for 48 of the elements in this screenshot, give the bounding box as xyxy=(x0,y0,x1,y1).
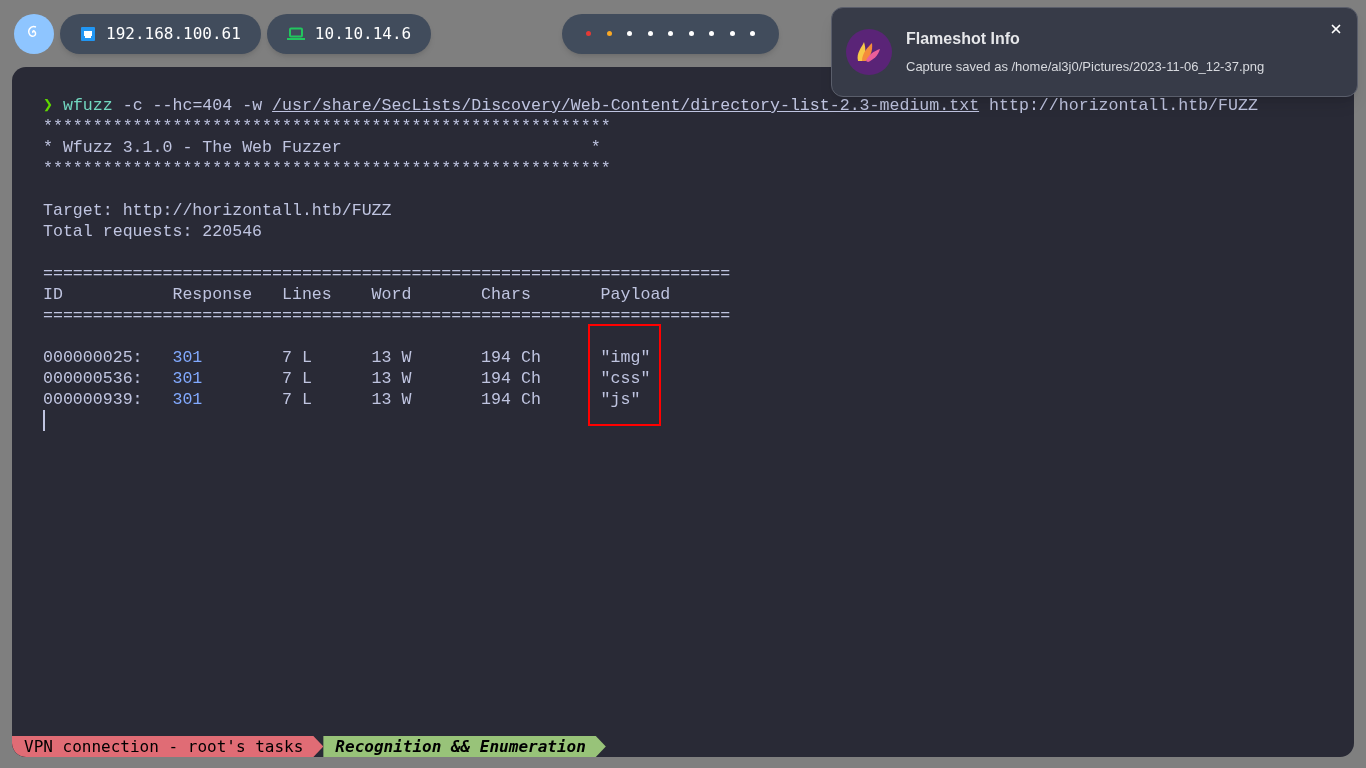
command-name: wfuzz xyxy=(62,95,113,116)
column-header: Word xyxy=(371,285,412,304)
prompt-symbol: ❯ xyxy=(43,95,53,116)
table-cell: 194 Ch xyxy=(481,348,541,367)
table-cell: 7 L xyxy=(281,369,312,388)
table-cell: 13 W xyxy=(371,390,412,409)
banner-line: ********************************************************* xyxy=(43,158,611,179)
separator-line: ===================================================================== xyxy=(43,263,731,284)
column-header: Lines xyxy=(281,285,332,304)
debian-logo-icon[interactable] xyxy=(14,13,54,54)
table-cell: 000000939: xyxy=(43,390,143,409)
notification-message: Capture saved as /home/al3j0/Pictures/2023-11-06_12-37.png xyxy=(906,58,1266,77)
column-header: ID xyxy=(43,285,63,304)
column-header: Response xyxy=(172,285,253,304)
table-cell: 13 W xyxy=(371,348,412,367)
notification-title: Flameshot Info xyxy=(906,29,1021,50)
table-cell: 13 W xyxy=(371,369,412,388)
target-url: http://horizontall.htb/FUZZ xyxy=(989,95,1258,116)
separator-line: ===================================================================== xyxy=(43,305,731,326)
column-header: Payload xyxy=(600,285,671,304)
target-line: Target: http://horizontall.htb/FUZZ xyxy=(43,200,392,221)
laptop-icon xyxy=(286,26,305,41)
ip-address-label: 192.168.100.61 xyxy=(106,22,241,45)
total-requests-line: Total requests: 220546 xyxy=(43,221,263,242)
table-cell: 301 xyxy=(172,369,203,388)
table-cell: 7 L xyxy=(281,348,312,367)
flame-logo-icon xyxy=(846,29,892,75)
table-cell: "img" xyxy=(600,348,651,367)
text-cursor xyxy=(43,410,45,431)
column-header: Chars xyxy=(481,285,531,304)
table-cell: 7 L xyxy=(281,390,312,409)
ip-address-label: 10.10.14.6 xyxy=(314,22,412,45)
close-button[interactable] xyxy=(1329,22,1343,36)
wordlist-path: /usr/share/SecLists/Discovery/Web-Content/directory-list-2.3-medium.txt xyxy=(272,95,980,116)
table-cell: 000000025: xyxy=(43,348,143,367)
status-label: Recognition && Enumeration xyxy=(335,736,586,757)
banner-line: ********************************************************* xyxy=(43,116,611,137)
table-cell: "css" xyxy=(600,369,651,388)
table-cell: 000000536: xyxy=(43,369,143,388)
table-cell: 194 Ch xyxy=(481,390,541,409)
table-cell: 301 xyxy=(172,390,203,409)
command-options: -c --hc=404 -w xyxy=(122,95,263,116)
table-cell: 301 xyxy=(172,348,203,367)
banner-line: * Wfuzz 3.1.0 - The Web Fuzzer * xyxy=(43,137,601,158)
status-label: VPN connection - root's tasks xyxy=(24,736,304,757)
table-cell: 194 Ch xyxy=(481,369,541,388)
table-cell: "js" xyxy=(600,390,641,409)
network-icon xyxy=(80,25,96,42)
